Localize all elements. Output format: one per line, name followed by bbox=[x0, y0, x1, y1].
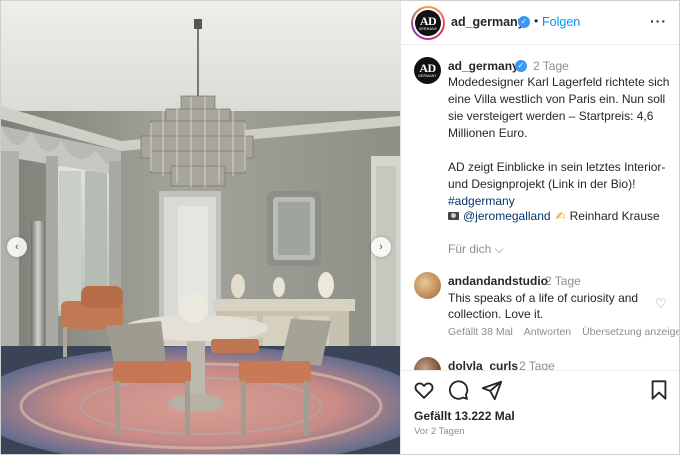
comment-like-icon[interactable]: ♡ bbox=[655, 296, 667, 312]
post-sidebar: AD GERMANY ad_germany ✓ • Folgen ··· AD … bbox=[400, 1, 679, 454]
caption-text: Modedesigner Karl Lagerfeld richtete sic… bbox=[448, 75, 670, 191]
comment-text: This speaks of a life of curiosity and c… bbox=[448, 291, 639, 321]
comment-time[interactable]: 2 Tage bbox=[545, 274, 581, 288]
heart-icon[interactable] bbox=[413, 379, 435, 401]
previous-image-button[interactable]: ‹ bbox=[7, 237, 27, 257]
comment-username[interactable]: andandandstudio bbox=[448, 274, 548, 288]
chevron-left-icon: ‹ bbox=[15, 241, 19, 253]
post-date[interactable]: Vor 2 Tagen bbox=[414, 426, 465, 437]
comment-meta: Gefällt 38 Mal Antworten Übersetzung anzei… bbox=[448, 326, 679, 338]
mention-link[interactable]: @jeromegalland bbox=[463, 209, 551, 223]
ad-logo: AD GERMANY bbox=[414, 57, 441, 84]
separator-dot: • bbox=[534, 14, 539, 28]
verified-icon: ✓ bbox=[515, 60, 527, 72]
reply-button[interactable]: Antworten bbox=[524, 326, 571, 338]
writing-hand-icon: ✍ bbox=[555, 209, 566, 223]
comment-icon[interactable] bbox=[447, 379, 469, 401]
interior-photo bbox=[1, 1, 400, 454]
share-icon[interactable] bbox=[481, 379, 503, 401]
bookmark-icon[interactable] bbox=[648, 379, 670, 401]
comment-time[interactable]: 2 Tage bbox=[519, 359, 555, 370]
translate-button[interactable]: Übersetzung anzeigen bbox=[582, 326, 679, 338]
like-count[interactable]: Gefällt 13.222 Mal bbox=[414, 409, 515, 423]
next-image-button[interactable]: › bbox=[371, 237, 391, 257]
caption-avatar[interactable]: AD GERMANY bbox=[414, 57, 441, 84]
comment-likes[interactable]: Gefällt 38 Mal bbox=[448, 326, 513, 338]
photo-credit: @jeromegalland ✍ Reinhard Krause bbox=[448, 209, 660, 223]
caption-username[interactable]: ad_germany bbox=[448, 59, 519, 73]
for-you-label[interactable]: Für dich ⌵ bbox=[448, 242, 504, 257]
comment-avatar[interactable] bbox=[414, 357, 441, 370]
verified-icon: ✓ bbox=[518, 16, 530, 28]
comment-username[interactable]: dolyla_curls bbox=[448, 359, 518, 370]
post-image[interactable]: ‹ › bbox=[1, 1, 400, 454]
profile-avatar[interactable]: AD GERMANY bbox=[411, 6, 445, 40]
follow-button[interactable]: Folgen bbox=[542, 15, 580, 29]
header-username[interactable]: ad_germany bbox=[451, 15, 525, 29]
post-header: AD GERMANY ad_germany ✓ • Folgen ··· bbox=[401, 1, 679, 45]
comments-scroll-area[interactable]: AD GERMANY ad_germany ✓ 2 Tage Modedesig… bbox=[401, 46, 679, 370]
credit-name: Reinhard Krause bbox=[569, 209, 660, 223]
post-actions: Gefällt 13.222 Mal Vor 2 Tagen bbox=[401, 370, 679, 454]
comment-avatar[interactable] bbox=[414, 272, 441, 299]
more-icon[interactable]: ··· bbox=[650, 13, 667, 29]
caption-time[interactable]: 2 Tage bbox=[533, 59, 569, 73]
ad-logo: AD GERMANY bbox=[415, 10, 441, 36]
instagram-post: ‹ › AD GERMANY ad_germany ✓ • Folgen ··· bbox=[0, 0, 680, 455]
camera-icon bbox=[448, 212, 459, 220]
chevron-right-icon: › bbox=[379, 241, 383, 253]
hashtag-link[interactable]: #adgermany bbox=[448, 194, 515, 208]
